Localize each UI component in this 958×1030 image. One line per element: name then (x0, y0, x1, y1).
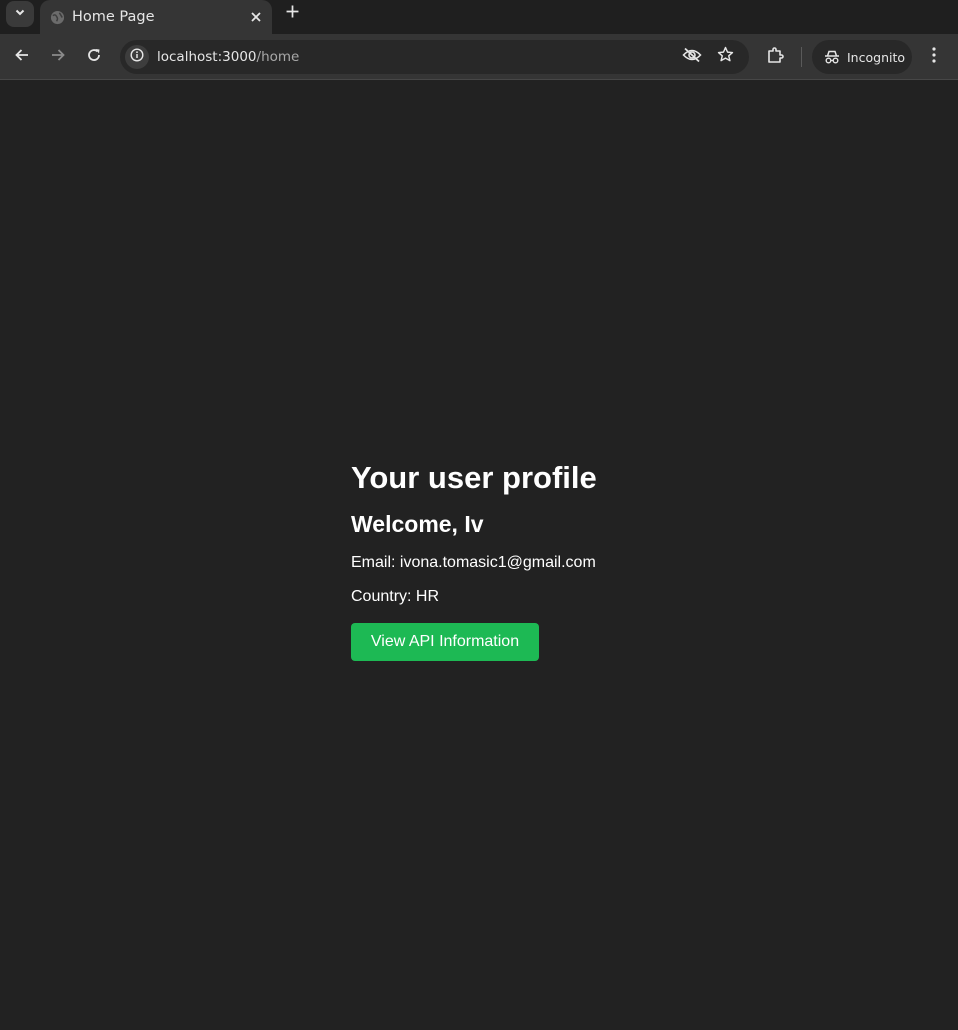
eye-off-icon (682, 47, 702, 68)
email-text: Email: ivona.tomasic1@gmail.com (351, 554, 596, 571)
forward-icon (50, 47, 66, 68)
extensions-button[interactable] (763, 45, 787, 69)
welcome-heading: Welcome, Iv (351, 511, 484, 537)
toolbar-divider (801, 47, 802, 67)
star-icon (717, 46, 734, 68)
view-api-information-button[interactable]: View API Information (351, 623, 539, 661)
reload-icon (86, 47, 102, 68)
back-button[interactable] (10, 45, 34, 69)
back-icon (14, 47, 30, 68)
user-profile: Your user profile Welcome, Iv Email: ivo… (351, 460, 651, 661)
reload-button[interactable] (82, 45, 106, 69)
incognito-icon (824, 49, 840, 65)
more-vert-icon (932, 46, 936, 68)
url-host: localhost:3000 (157, 49, 257, 65)
browser-menu-button[interactable] (922, 45, 946, 69)
tab-strip: Home Page (0, 0, 958, 34)
tab-title: Home Page (72, 9, 155, 25)
extensions-icon (766, 46, 784, 69)
country-text: Country: HR (351, 588, 440, 605)
bookmark-button[interactable] (715, 46, 735, 68)
close-icon[interactable] (246, 7, 266, 27)
address-bar[interactable]: localhost:3000/home (120, 40, 749, 74)
info-icon (130, 47, 144, 67)
url-path: /home (256, 49, 300, 65)
plus-icon (286, 5, 299, 23)
site-info-button[interactable] (125, 45, 149, 69)
globe-icon (49, 9, 65, 25)
chevron-down-icon (14, 5, 26, 23)
tab-home-page[interactable]: Home Page (40, 0, 272, 34)
incognito-label: Incognito (847, 49, 906, 65)
url-text[interactable]: localhost:3000/home (157, 49, 299, 65)
tab-search-button[interactable] (6, 1, 34, 27)
page-content: Your user profile Welcome, Iv Email: ivo… (0, 81, 958, 1030)
new-tab-button[interactable] (282, 4, 302, 24)
profile-title: Your user profile (351, 460, 597, 495)
tracking-protection-button[interactable] (682, 47, 702, 67)
browser-toolbar: localhost:3000/home Incognito (0, 34, 958, 80)
incognito-button[interactable]: Incognito (812, 40, 912, 74)
forward-button[interactable] (46, 45, 70, 69)
